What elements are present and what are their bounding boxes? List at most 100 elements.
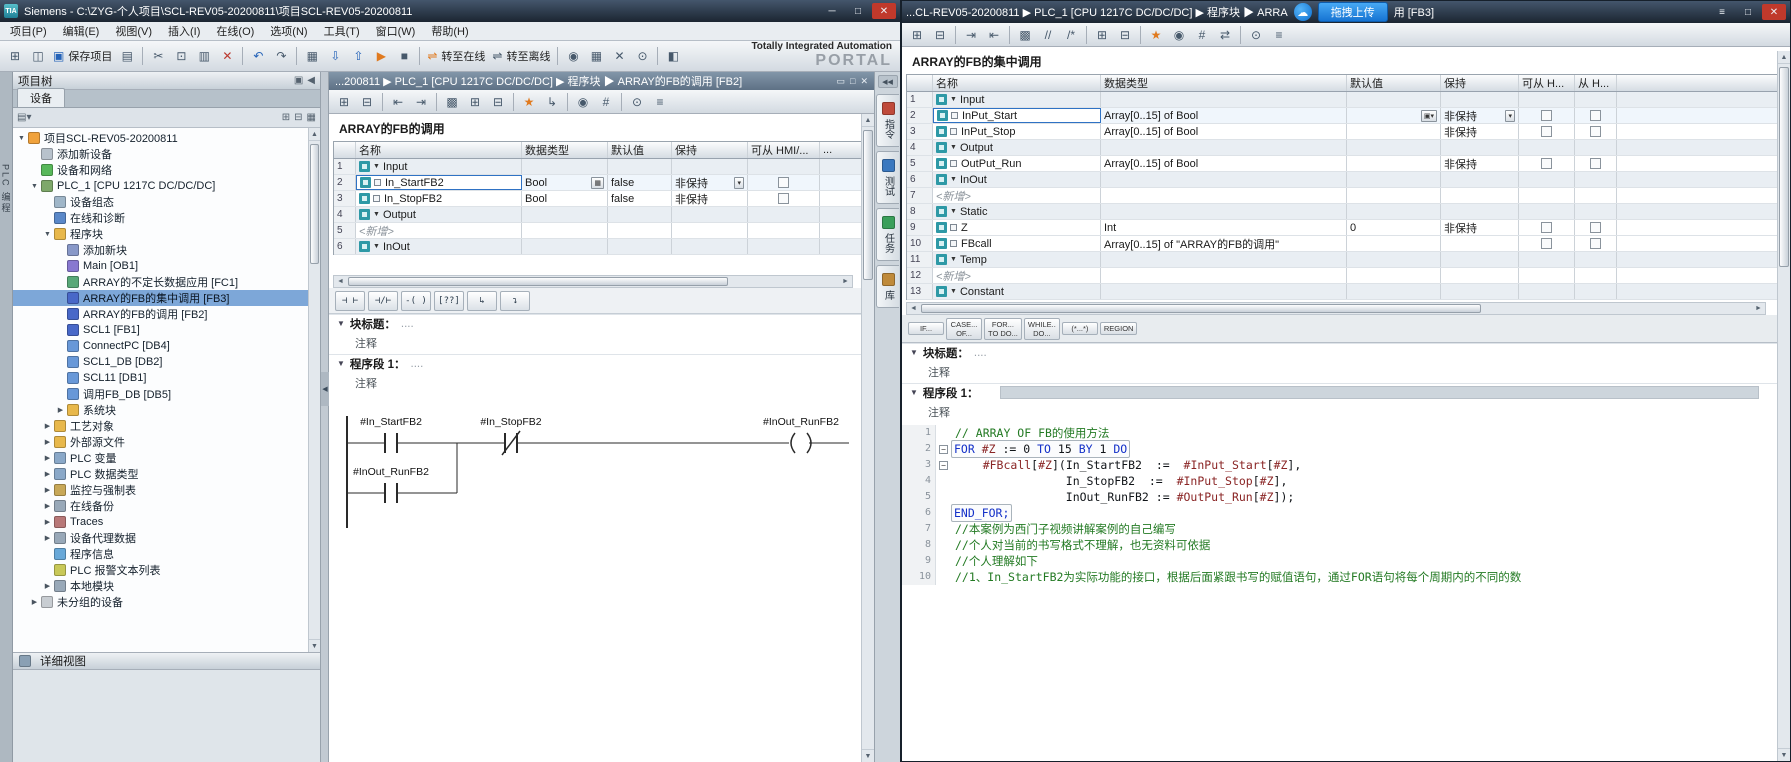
- accessibility-cell[interactable]: [748, 207, 820, 222]
- collapse-icon[interactable]: ▼: [337, 359, 345, 368]
- code-line[interactable]: 7//本案例为西门子视频讲解案例的自己编写: [902, 521, 1777, 537]
- expand-all-icon[interactable]: ⊞: [282, 112, 290, 123]
- datatype-browse-button[interactable]: ▦: [591, 177, 604, 189]
- tree-item[interactable]: ▶系统块: [13, 402, 320, 418]
- datatype-cell[interactable]: [1101, 172, 1347, 187]
- name-cell[interactable]: ▼Input: [933, 92, 1101, 107]
- rung-prev-button[interactable]: ⇤: [387, 91, 409, 112]
- datatype-cell[interactable]: [522, 239, 608, 254]
- menu-item[interactable]: 窗口(W): [368, 21, 424, 41]
- accessibility-cell[interactable]: [1575, 220, 1617, 235]
- datatype-cell[interactable]: [522, 223, 608, 238]
- interface-row[interactable]: 12<新增>: [907, 268, 1779, 284]
- interface-row[interactable]: 3InPut_StopArray[0..15] of Bool非保持: [907, 124, 1779, 140]
- tree-item[interactable]: 设备和网络: [13, 162, 320, 178]
- collapse-section-icon[interactable]: ▼: [950, 256, 957, 263]
- while-snippet-button[interactable]: WHILE..DO...: [1024, 318, 1060, 340]
- tree-item[interactable]: ▶工艺对象: [13, 418, 320, 434]
- retain-cell[interactable]: [1441, 92, 1519, 107]
- table-horizontal-scrollbar[interactable]: ◄ ►: [333, 275, 853, 288]
- column-header[interactable]: 名称: [356, 142, 522, 158]
- datatype-cell[interactable]: [1101, 284, 1347, 299]
- tree-item[interactable]: SCL1 [FB1]: [13, 322, 320, 338]
- editor-settings-button[interactable]: ≡: [1268, 24, 1290, 45]
- expand-node-icon[interactable]: ▶: [42, 518, 53, 526]
- accessibility-checkbox[interactable]: [1590, 238, 1601, 249]
- tree-item[interactable]: ▼PLC_1 [CPU 1217C DC/DC/DC]: [13, 178, 320, 194]
- redo-button[interactable]: ↷: [270, 46, 292, 67]
- pin-panel-icon[interactable]: ▣: [294, 75, 303, 86]
- accessibility-cell[interactable]: [1575, 188, 1617, 203]
- collapse-section-icon[interactable]: ▼: [950, 176, 957, 183]
- column-header[interactable]: 数据类型: [1101, 75, 1347, 91]
- favorites-button[interactable]: ★: [1145, 24, 1167, 45]
- retain-cell[interactable]: [1441, 284, 1519, 299]
- name-cell[interactable]: InPut_Start: [933, 108, 1101, 123]
- accessibility-cell[interactable]: [820, 223, 866, 238]
- default-value-cell[interactable]: [1347, 140, 1441, 155]
- accessibility-checkbox[interactable]: [1541, 222, 1552, 233]
- simulation-button[interactable]: ▦: [585, 46, 607, 67]
- name-cell[interactable]: <新增>: [356, 223, 522, 238]
- expand-node-icon[interactable]: ▶: [42, 534, 53, 542]
- tree-item[interactable]: ▶在线备份: [13, 498, 320, 514]
- accessibility-cell[interactable]: [748, 191, 820, 206]
- column-header[interactable]: 从 H...: [1575, 75, 1617, 91]
- accessibility-cell[interactable]: [820, 159, 866, 174]
- scroll-down-icon[interactable]: ▼: [862, 749, 874, 762]
- name-cell[interactable]: ▼Input: [356, 159, 522, 174]
- menu-item[interactable]: 视图(V): [107, 21, 160, 41]
- default-value-cell[interactable]: [608, 223, 672, 238]
- code-line[interactable]: 3− #FBcall[#Z](In_StartFB2 := #InPut_Sta…: [902, 457, 1777, 473]
- interface-row[interactable]: 11▼Temp: [907, 252, 1779, 268]
- default-value-cell[interactable]: [1347, 92, 1441, 107]
- default-value-cell[interactable]: ▣▾: [1347, 108, 1441, 123]
- tree-scrollbar[interactable]: ▲ ▼: [308, 128, 320, 652]
- column-header[interactable]: 保持: [672, 142, 748, 158]
- upload-device-button[interactable]: ⇧: [347, 46, 369, 67]
- accessibility-checkbox[interactable]: [778, 177, 789, 188]
- ladder-network-1[interactable]: #In_StartFB2 #In_StopFB2 #InOut_RunFB2 #…: [337, 398, 874, 548]
- block-title-section[interactable]: ▼ 块标题： ....: [329, 314, 861, 332]
- block-title-value[interactable]: ....: [401, 318, 414, 330]
- comment-snippet-button[interactable]: (*...*): [1062, 322, 1098, 335]
- tree-item[interactable]: ▶未分组的设备: [13, 594, 320, 610]
- retain-dropdown-button[interactable]: ▾: [1505, 110, 1515, 122]
- scrollbar-thumb[interactable]: [863, 130, 873, 280]
- interface-row[interactable]: 1▼Input: [334, 159, 866, 175]
- datatype-cell[interactable]: Bool: [522, 191, 608, 206]
- name-cell[interactable]: <新增>: [933, 188, 1101, 203]
- column-header[interactable]: 默认值: [608, 142, 672, 158]
- accessibility-cell[interactable]: [1519, 188, 1575, 203]
- interface-row[interactable]: 7<新增>: [907, 188, 1779, 204]
- column-header[interactable]: [334, 142, 356, 158]
- rung-next-button[interactable]: ⇥: [410, 91, 432, 112]
- editor-vertical-scrollbar[interactable]: ▲ ▼: [861, 114, 874, 762]
- accessibility-cell[interactable]: [1519, 92, 1575, 107]
- accessibility-cell[interactable]: [1519, 172, 1575, 187]
- tree-item[interactable]: ▶外部源文件: [13, 434, 320, 450]
- accessibility-cell[interactable]: [1519, 284, 1575, 299]
- close-pane-icon[interactable]: ✕: [860, 76, 868, 87]
- retain-cell[interactable]: 非保持▾: [1441, 108, 1519, 123]
- tree-item[interactable]: PLC 报警文本列表: [13, 562, 320, 578]
- datatype-cell[interactable]: [1101, 140, 1347, 155]
- task-card-tab-instructions[interactable]: 指令: [876, 94, 899, 147]
- search-button[interactable]: ⊙: [626, 91, 648, 112]
- retain-cell[interactable]: [1441, 268, 1519, 283]
- delete-row-button[interactable]: ⊟: [929, 24, 951, 45]
- expand-node-icon[interactable]: ▶: [42, 422, 53, 430]
- default-value-cell[interactable]: 0: [1347, 220, 1441, 235]
- fb3-title-bar[interactable]: ...CL-REV05-20200811 ▶ PLC_1 [CPU 1217C …: [902, 1, 1790, 23]
- scrollbar-thumb[interactable]: [348, 277, 728, 286]
- task-card-tab-libraries[interactable]: 库: [876, 265, 899, 308]
- datatype-cell[interactable]: Array[0..15] of "ARRAY的FB的调用": [1101, 236, 1347, 251]
- accessibility-cell[interactable]: [1617, 92, 1779, 107]
- accessibility-cell[interactable]: [1617, 236, 1779, 251]
- accessibility-cell[interactable]: [1617, 204, 1779, 219]
- collapse-section-icon[interactable]: ▼: [373, 243, 380, 250]
- uncomment-button[interactable]: /*: [1060, 24, 1082, 45]
- default-value-cell[interactable]: [1347, 268, 1441, 283]
- insert-network-button[interactable]: ⊞: [333, 91, 355, 112]
- accessibility-cell[interactable]: [1519, 108, 1575, 123]
